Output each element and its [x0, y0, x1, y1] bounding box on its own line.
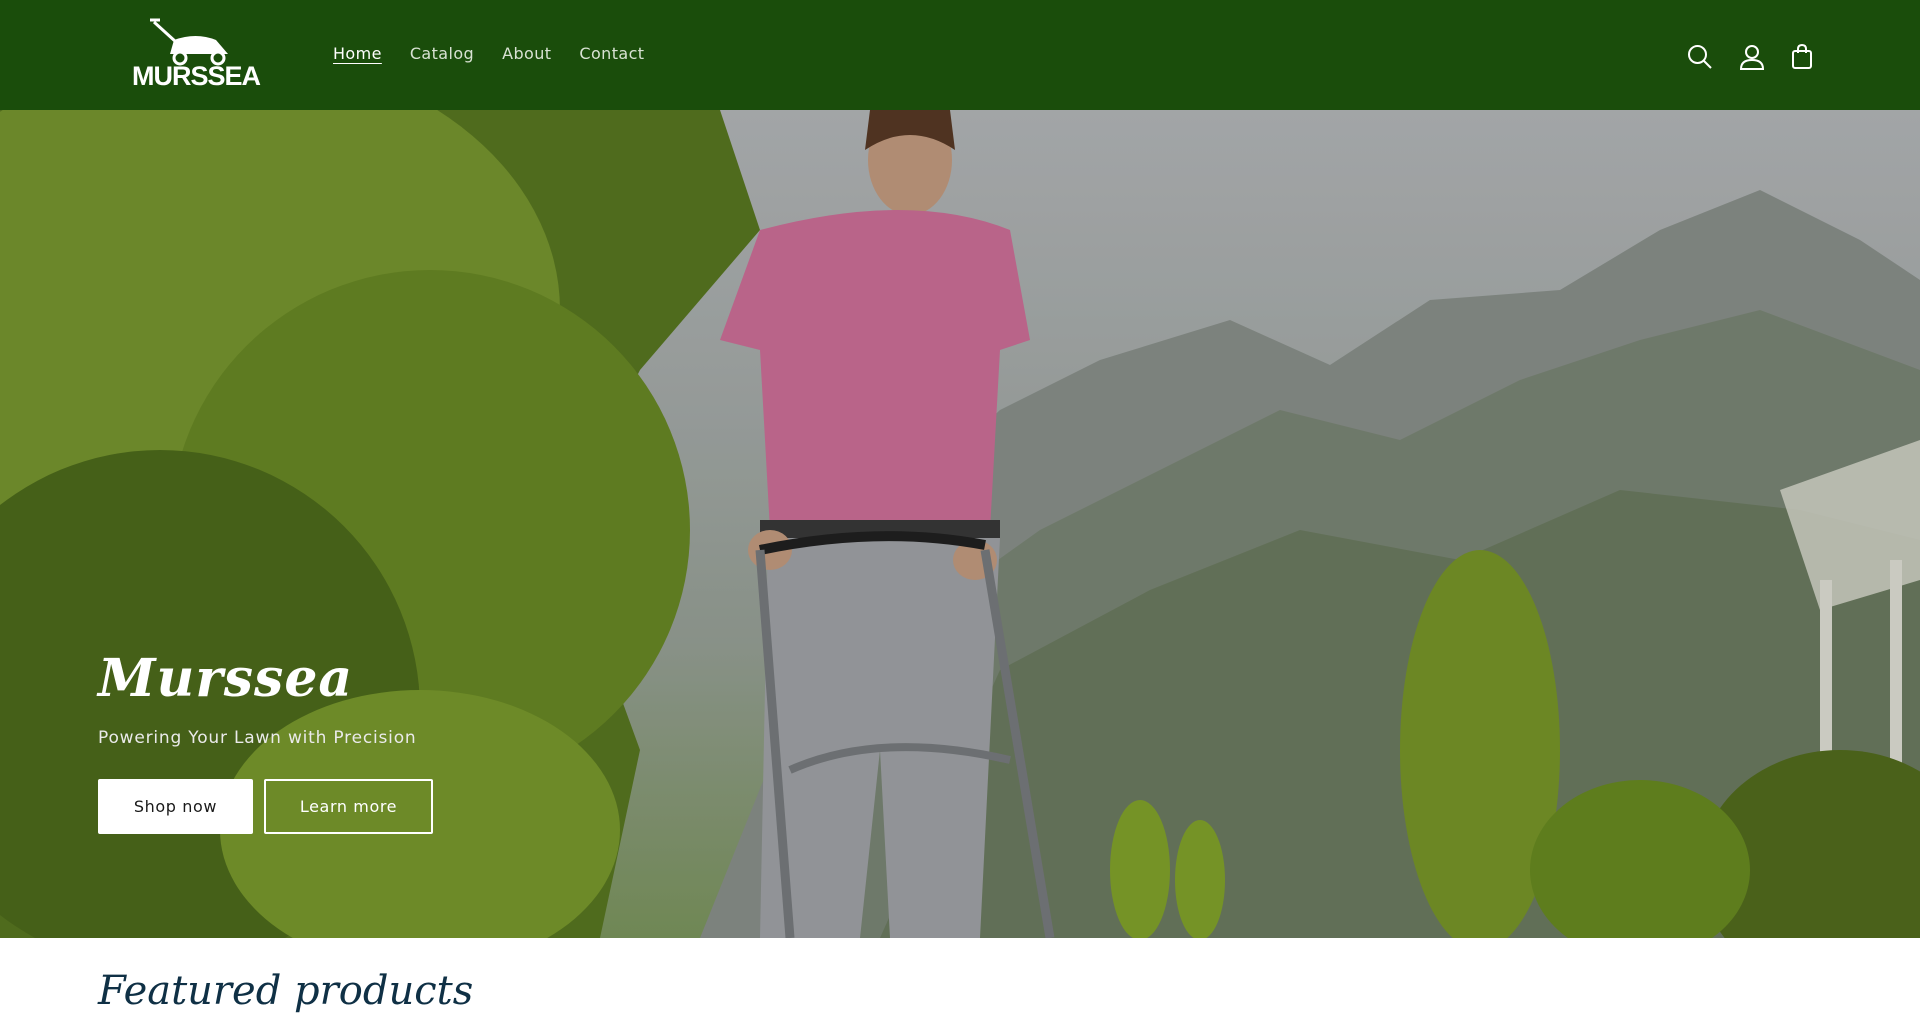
shop-now-button[interactable]: Shop now	[98, 779, 253, 834]
nav-about[interactable]: About	[502, 44, 551, 63]
learn-more-button[interactable]: Learn more	[264, 779, 433, 834]
account-icon[interactable]	[1737, 42, 1767, 72]
search-icon[interactable]	[1685, 42, 1715, 72]
nav-contact[interactable]: Contact	[579, 44, 644, 63]
main-nav: Home Catalog About Contact	[333, 44, 644, 63]
featured-products-heading: Featured products	[98, 968, 474, 1014]
brand-logo[interactable]: MURSSEA	[132, 18, 261, 94]
logo-text: MURSSEA	[132, 61, 261, 91]
hero-subtitle: Powering Your Lawn with Precision	[98, 728, 417, 748]
site-header: MURSSEA Home Catalog About Contact	[0, 0, 1920, 110]
lawn-mower-icon	[150, 18, 228, 66]
nav-home[interactable]: Home	[333, 44, 382, 63]
cart-icon[interactable]	[1787, 42, 1817, 72]
nav-catalog[interactable]: Catalog	[410, 44, 474, 63]
hero-banner: Murssea Powering Your Lawn with Precisio…	[0, 110, 1920, 938]
hero-title: Murssea	[98, 648, 354, 709]
